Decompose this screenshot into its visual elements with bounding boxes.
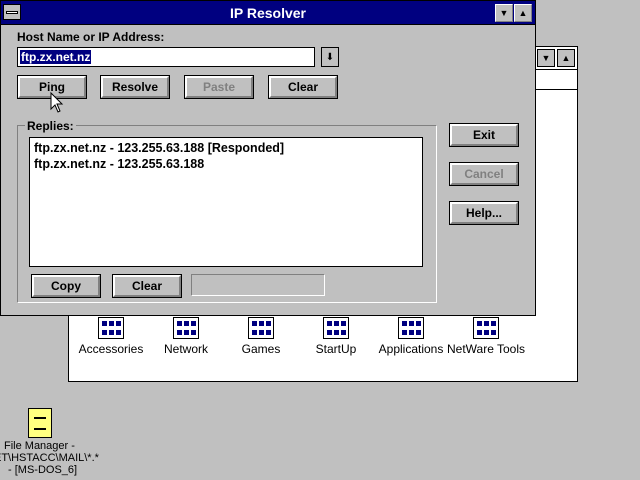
host-dropdown-button[interactable]: ⬇ — [321, 47, 339, 67]
replies-label: Replies: — [25, 119, 76, 133]
group-icon-network[interactable]: Network — [146, 317, 226, 356]
group-label: Accessories — [78, 342, 144, 356]
program-group-icon — [173, 317, 199, 339]
group-label: Network — [163, 342, 208, 356]
minimize-icon[interactable]: ▼ — [495, 4, 513, 22]
list-item[interactable]: ftp.zx.net.nz - 123.255.63.188 [Responde… — [34, 140, 418, 156]
group-icon-accessories[interactable]: Accessories — [71, 317, 151, 356]
copy-button[interactable]: Copy — [31, 274, 101, 298]
dialog-title: IP Resolver — [229, 4, 306, 21]
file-manager-desktop-icon[interactable]: File Manager - ET\HSTACC\MAIL\*.* - [MS-… — [0, 408, 110, 476]
system-menu-icon[interactable] — [3, 4, 21, 20]
program-group-icon — [98, 317, 124, 339]
program-group-icon — [398, 317, 424, 339]
group-label: NetWare Tools — [446, 342, 526, 356]
cancel-button[interactable]: Cancel — [449, 162, 519, 186]
dialog-titlebar[interactable]: IP Resolver — [1, 1, 535, 25]
group-label: Applications — [378, 342, 444, 356]
host-label: Host Name or IP Address: — [17, 30, 165, 44]
host-input[interactable]: ftp.zx.net.nz — [17, 47, 315, 67]
group-icon-applications[interactable]: Applications — [371, 317, 451, 356]
maximize-button[interactable]: ▲ — [557, 49, 575, 67]
group-label: StartUp — [315, 342, 357, 356]
file-manager-caption-2: ET\HSTACC\MAIL\*.* — [0, 452, 99, 464]
minimize-button[interactable]: ▼ — [537, 49, 555, 67]
clear-replies-button[interactable]: Clear — [112, 274, 182, 298]
mouse-pointer-icon — [50, 92, 64, 113]
ip-resolver-dialog: IP Resolver ▼ ▲ Host Name or IP Address:… — [0, 0, 536, 316]
file-manager-caption-1: File Manager - — [4, 440, 75, 452]
group-label: Games — [241, 342, 281, 356]
file-cabinet-icon — [28, 408, 52, 438]
replies-list[interactable]: ftp.zx.net.nz - 123.255.63.188 [Responde… — [29, 137, 423, 267]
resolve-button[interactable]: Resolve — [100, 75, 170, 99]
host-input-value: ftp.zx.net.nz — [20, 50, 92, 64]
file-manager-caption-3: - [MS-DOS_6] — [8, 464, 78, 476]
paste-button[interactable]: Paste — [184, 75, 254, 99]
program-group-icon — [248, 317, 274, 339]
chevron-down-icon: ⬇ — [325, 51, 335, 63]
maximize-icon[interactable]: ▲ — [514, 4, 532, 22]
status-field — [191, 274, 325, 296]
group-icon-games[interactable]: Games — [221, 317, 301, 356]
help-button[interactable]: Help... — [449, 201, 519, 225]
clear-host-button[interactable]: Clear — [268, 75, 338, 99]
group-icon-startup[interactable]: StartUp — [296, 317, 376, 356]
exit-button[interactable]: Exit — [449, 123, 519, 147]
program-group-icon — [323, 317, 349, 339]
program-group-icon — [473, 317, 499, 339]
list-item[interactable]: ftp.zx.net.nz - 123.255.63.188 — [34, 156, 418, 172]
group-icon-netware-tools[interactable]: NetWare Tools — [446, 317, 526, 356]
